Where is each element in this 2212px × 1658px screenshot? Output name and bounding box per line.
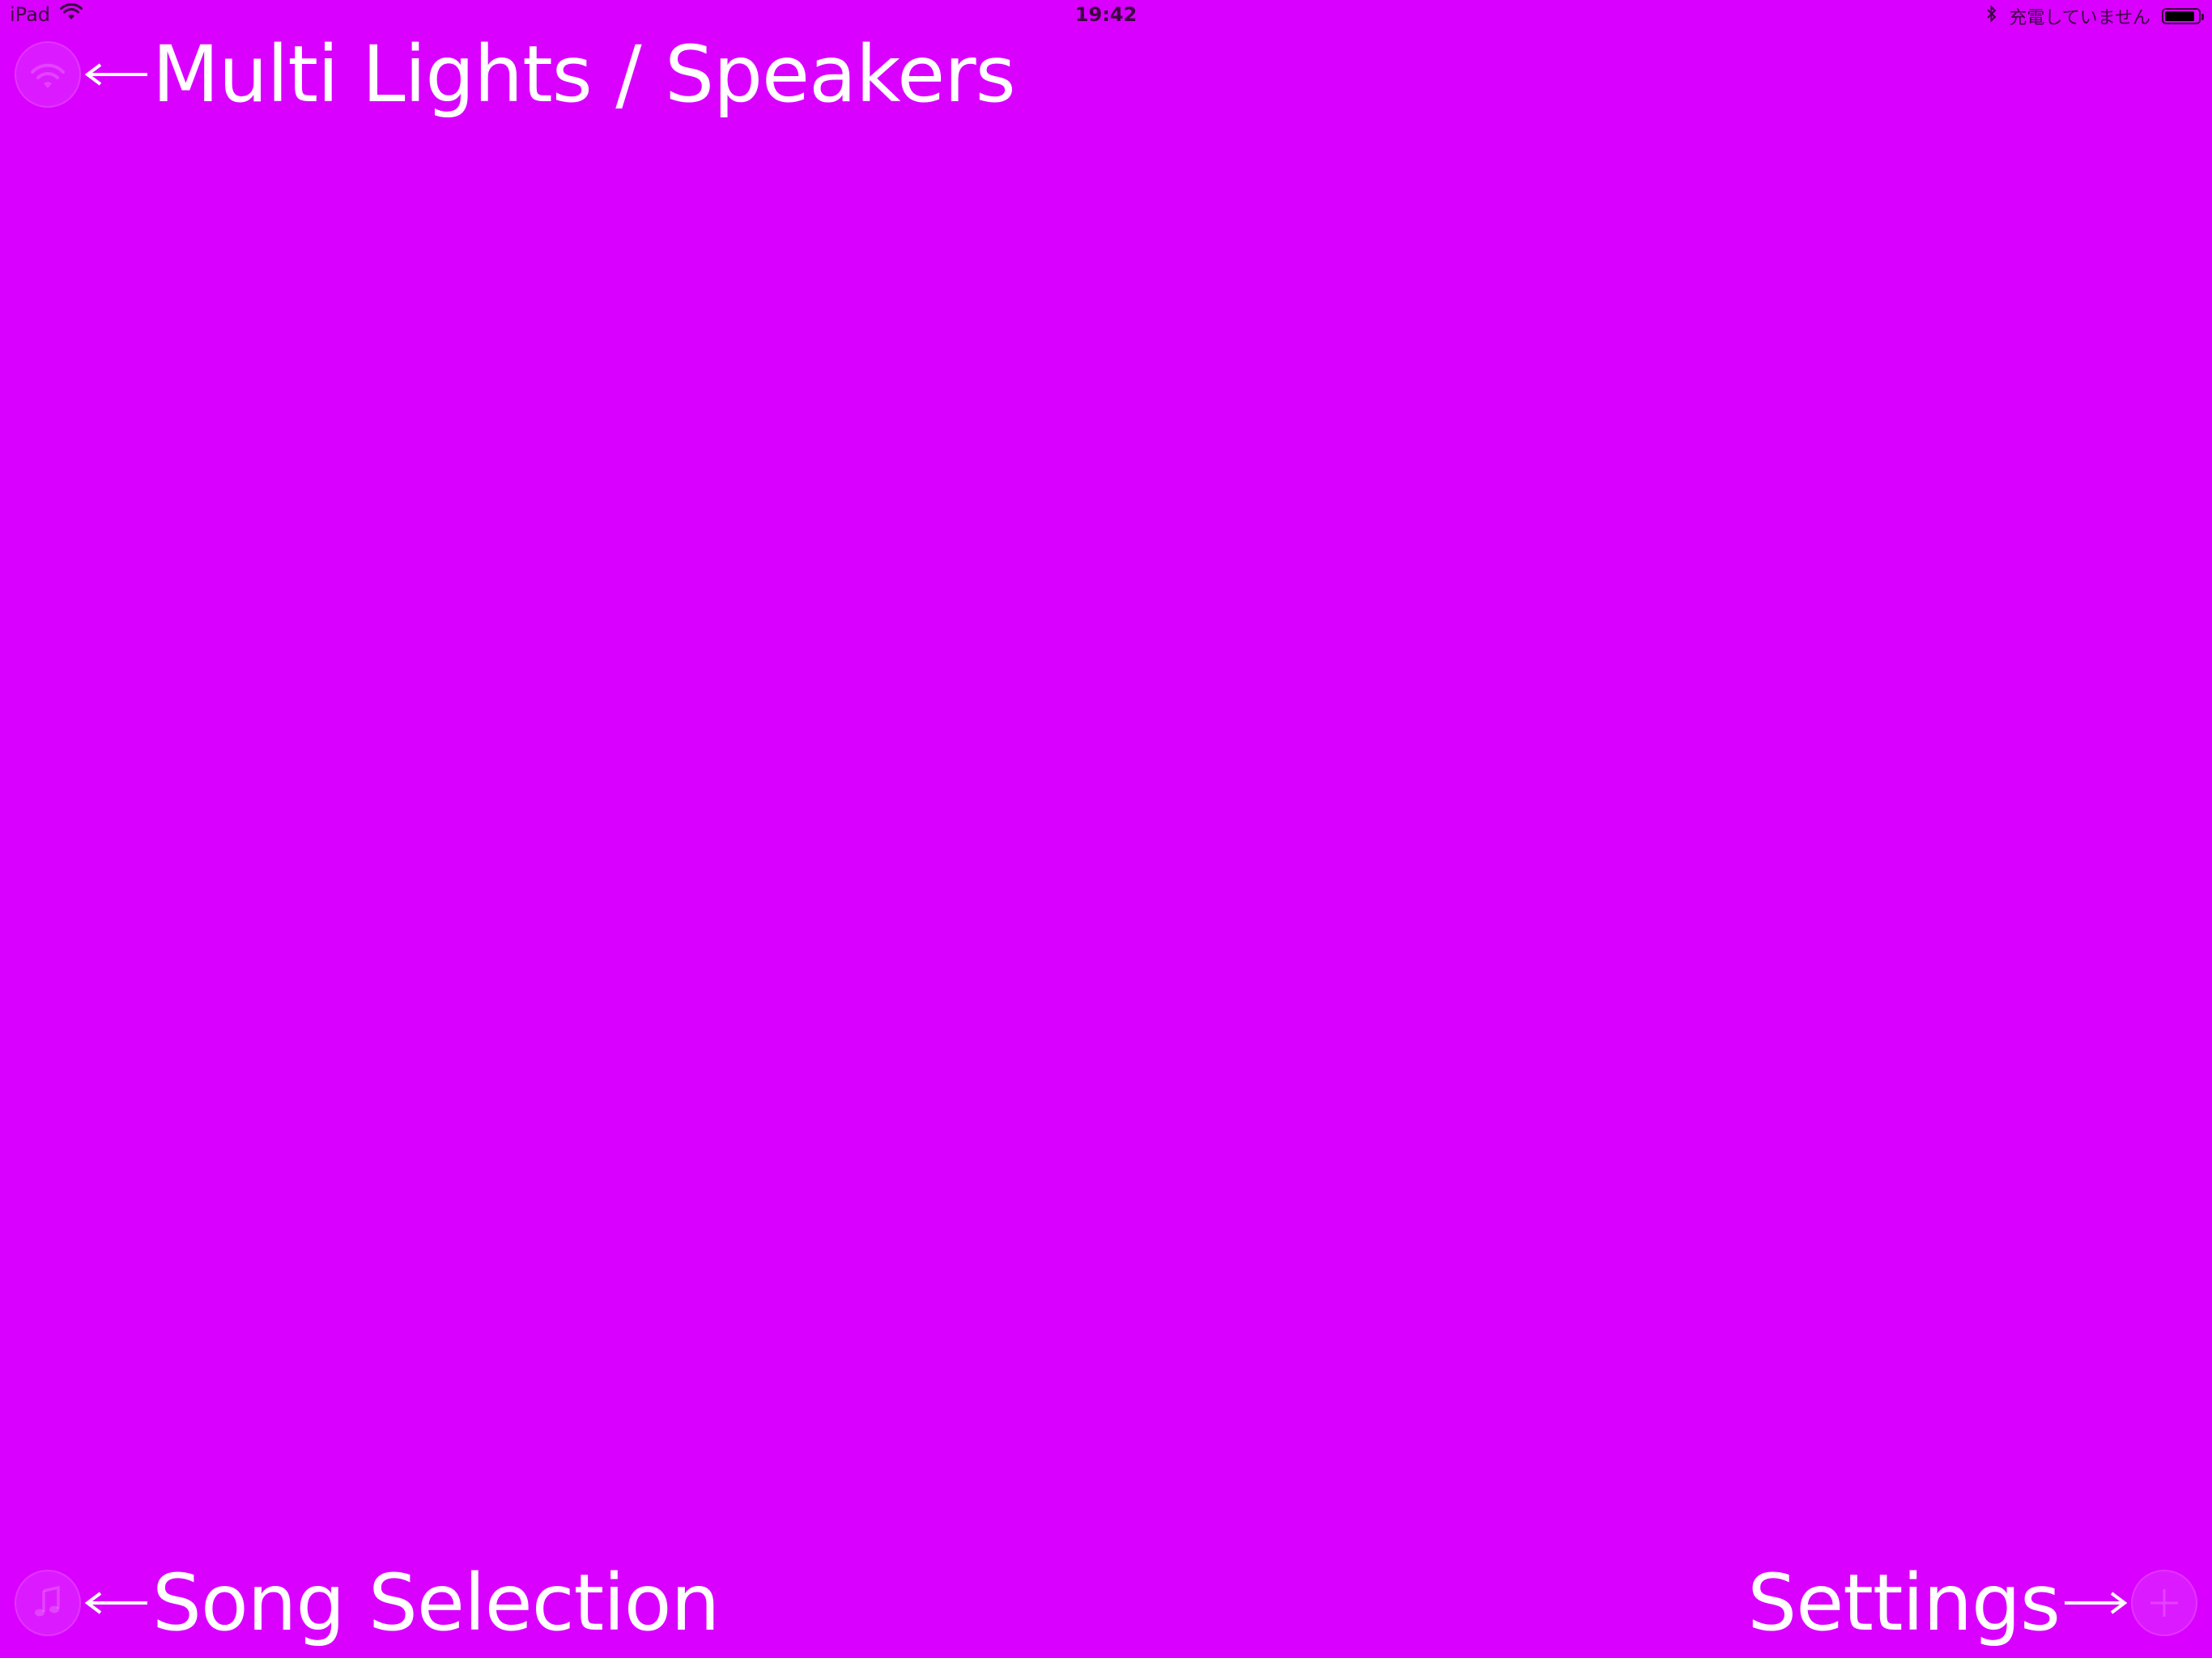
multi-lights-button[interactable] bbox=[15, 41, 81, 108]
settings-hint: Settings bbox=[1747, 1564, 2197, 1642]
right-arrow-icon bbox=[2063, 1588, 2128, 1618]
settings-label: Settings bbox=[1747, 1558, 2061, 1648]
song-selection-label: Song Selection bbox=[152, 1558, 720, 1648]
plus-icon bbox=[2150, 1589, 2178, 1617]
status-bar-right: 充電していません bbox=[1986, 3, 2204, 29]
settings-button[interactable] bbox=[2131, 1570, 2197, 1636]
multi-lights-hint: Multi Lights / Speakers bbox=[15, 29, 1016, 120]
status-bar: iPad 19:42 充電していません bbox=[0, 0, 2212, 32]
left-arrow-icon bbox=[84, 1588, 149, 1618]
wifi-broadcast-icon bbox=[31, 63, 65, 88]
charging-status: 充電していません bbox=[2009, 8, 2150, 28]
status-time: 19:42 bbox=[1074, 3, 1138, 26]
song-selection-button[interactable] bbox=[15, 1570, 81, 1636]
battery-fill bbox=[2165, 11, 2194, 21]
multi-lights-label: Multi Lights / Speakers bbox=[152, 29, 1016, 120]
music-note-icon bbox=[35, 1585, 60, 1617]
bluetooth-icon bbox=[1986, 5, 1997, 28]
left-arrow-icon bbox=[84, 60, 149, 89]
battery-icon bbox=[2162, 8, 2204, 24]
song-selection-hint: Song Selection bbox=[15, 1558, 720, 1648]
